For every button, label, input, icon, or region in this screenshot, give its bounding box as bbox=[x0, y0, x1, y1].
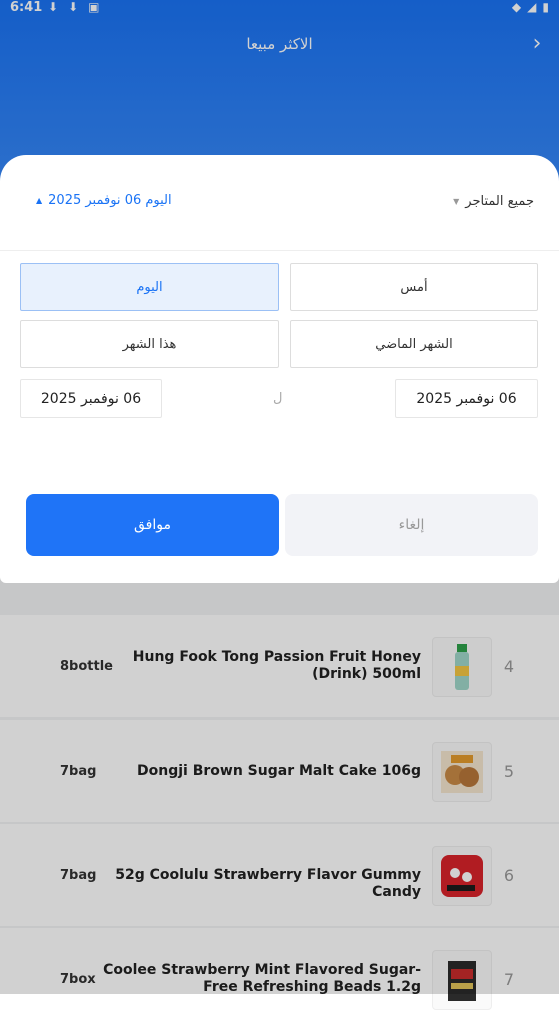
option-today[interactable]: اليوم bbox=[20, 263, 279, 311]
confirm-button-label: موافق bbox=[134, 517, 171, 533]
confirm-button[interactable]: موافق bbox=[26, 494, 279, 556]
caret-up-icon: ▲ bbox=[36, 196, 43, 205]
end-date-value: 06 نوفمبر 2025 bbox=[40, 390, 142, 407]
option-yesterday-label: أمس bbox=[400, 279, 428, 295]
range-separator: ل bbox=[273, 391, 283, 406]
date-filter-sheet: اليوم 06 نوفمبر 2025 ▲ جميع المتاجر ▼ ال… bbox=[0, 155, 559, 583]
cancel-button-label: إلغاء bbox=[398, 517, 425, 533]
cancel-button[interactable]: إلغاء bbox=[285, 494, 538, 556]
option-today-label: اليوم bbox=[136, 279, 163, 295]
filter-bar: اليوم 06 نوفمبر 2025 ▲ جميع المتاجر ▼ bbox=[0, 155, 559, 251]
option-last-month-label: الشهر الماضي bbox=[375, 336, 453, 352]
date-filter-label: اليوم 06 نوفمبر 2025 bbox=[48, 193, 172, 208]
start-date-value: 06 نوفمبر 2025 bbox=[416, 390, 517, 407]
option-this-month-label: هذا الشهر bbox=[122, 336, 177, 352]
store-filter-label: جميع المتاجر bbox=[465, 194, 534, 209]
option-last-month[interactable]: الشهر الماضي bbox=[290, 320, 538, 368]
option-yesterday[interactable]: أمس bbox=[290, 263, 538, 311]
start-date-field[interactable]: 06 نوفمبر 2025 bbox=[395, 379, 538, 418]
date-filter-dropdown[interactable]: اليوم 06 نوفمبر 2025 ▲ bbox=[36, 193, 172, 208]
option-this-month[interactable]: هذا الشهر bbox=[20, 320, 279, 368]
store-filter-dropdown[interactable]: جميع المتاجر ▼ bbox=[453, 194, 534, 209]
end-date-field[interactable]: 06 نوفمبر 2025 bbox=[20, 379, 162, 418]
caret-down-icon: ▼ bbox=[453, 197, 460, 206]
